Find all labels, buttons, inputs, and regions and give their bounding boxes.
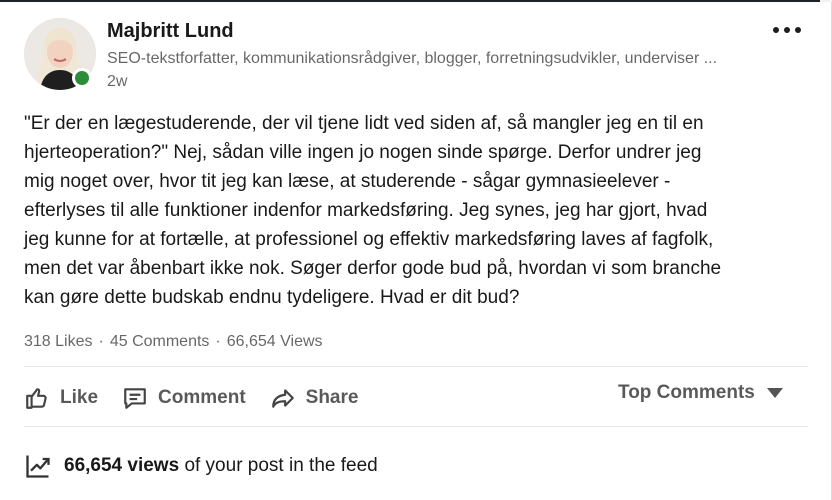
author-headline: SEO-tekstforfatter, kommunikationsrådgiv… — [107, 50, 718, 67]
share-arrow-icon — [271, 389, 294, 408]
caret-down-icon — [766, 388, 783, 398]
thumbs-up-icon — [26, 388, 47, 409]
like-label: Like — [60, 387, 99, 408]
author-name[interactable]: Majbritt Lund — [107, 20, 234, 43]
feed-post-card: Majbritt Lund SEO-tekstforfatter, kommun… — [0, 0, 832, 500]
separator: · — [215, 333, 221, 350]
post-timestamp: 2w — [107, 73, 128, 90]
share-label: Share — [305, 387, 359, 408]
like-button[interactable]: Like — [24, 385, 98, 411]
views-count[interactable]: 66,654 Views — [227, 333, 323, 351]
social-counts: 318 Likes · 45 Comments · 66,654 Views — [24, 333, 323, 351]
action-bar: Like Comment Share — [24, 378, 358, 418]
likes-count[interactable]: 318 Likes — [24, 333, 93, 351]
analytics-views-count: 66,654 views — [64, 455, 180, 476]
post-body-line: jeg kunne for at fortælle, at profession… — [24, 229, 714, 250]
post-body-line: "Er der en lægestuderende, der vil tjene… — [24, 113, 704, 134]
separator: · — [98, 333, 104, 350]
post-analytics[interactable]: 66,654 views of your post in the feed — [24, 452, 378, 480]
trending-up-icon — [26, 455, 50, 478]
post-body-line: kan gøre dette budskab endnu tydeligere.… — [24, 287, 520, 308]
post-body: "Er der en lægestuderende, der vil tjene… — [24, 109, 804, 312]
divider — [24, 426, 808, 427]
post-body-line: men det var åbenbart ikke nok. Søger der… — [24, 258, 722, 279]
analytics-views-label: of your post in the feed — [184, 455, 378, 476]
comment-label: Comment — [158, 387, 246, 408]
post-body-line: efterlyses til alle funktioner indenfor … — [24, 200, 708, 221]
comment-icon — [124, 388, 146, 409]
post-body-line: hjerteoperation?" Nej, sådan ville ingen… — [24, 142, 702, 163]
more-options-icon[interactable] — [773, 22, 813, 38]
online-status-indicator — [72, 68, 92, 88]
divider — [24, 366, 808, 367]
sort-label: Top Comments — [618, 382, 755, 403]
comment-button[interactable]: Comment — [122, 385, 246, 411]
top-border — [0, 0, 832, 2]
comment-sort-dropdown[interactable]: Top Comments — [618, 382, 783, 404]
comments-count[interactable]: 45 Comments — [110, 333, 210, 351]
post-body-line: mig noget over, hvor tit jeg kan læse, a… — [24, 171, 671, 192]
share-button[interactable]: Share — [270, 385, 359, 411]
